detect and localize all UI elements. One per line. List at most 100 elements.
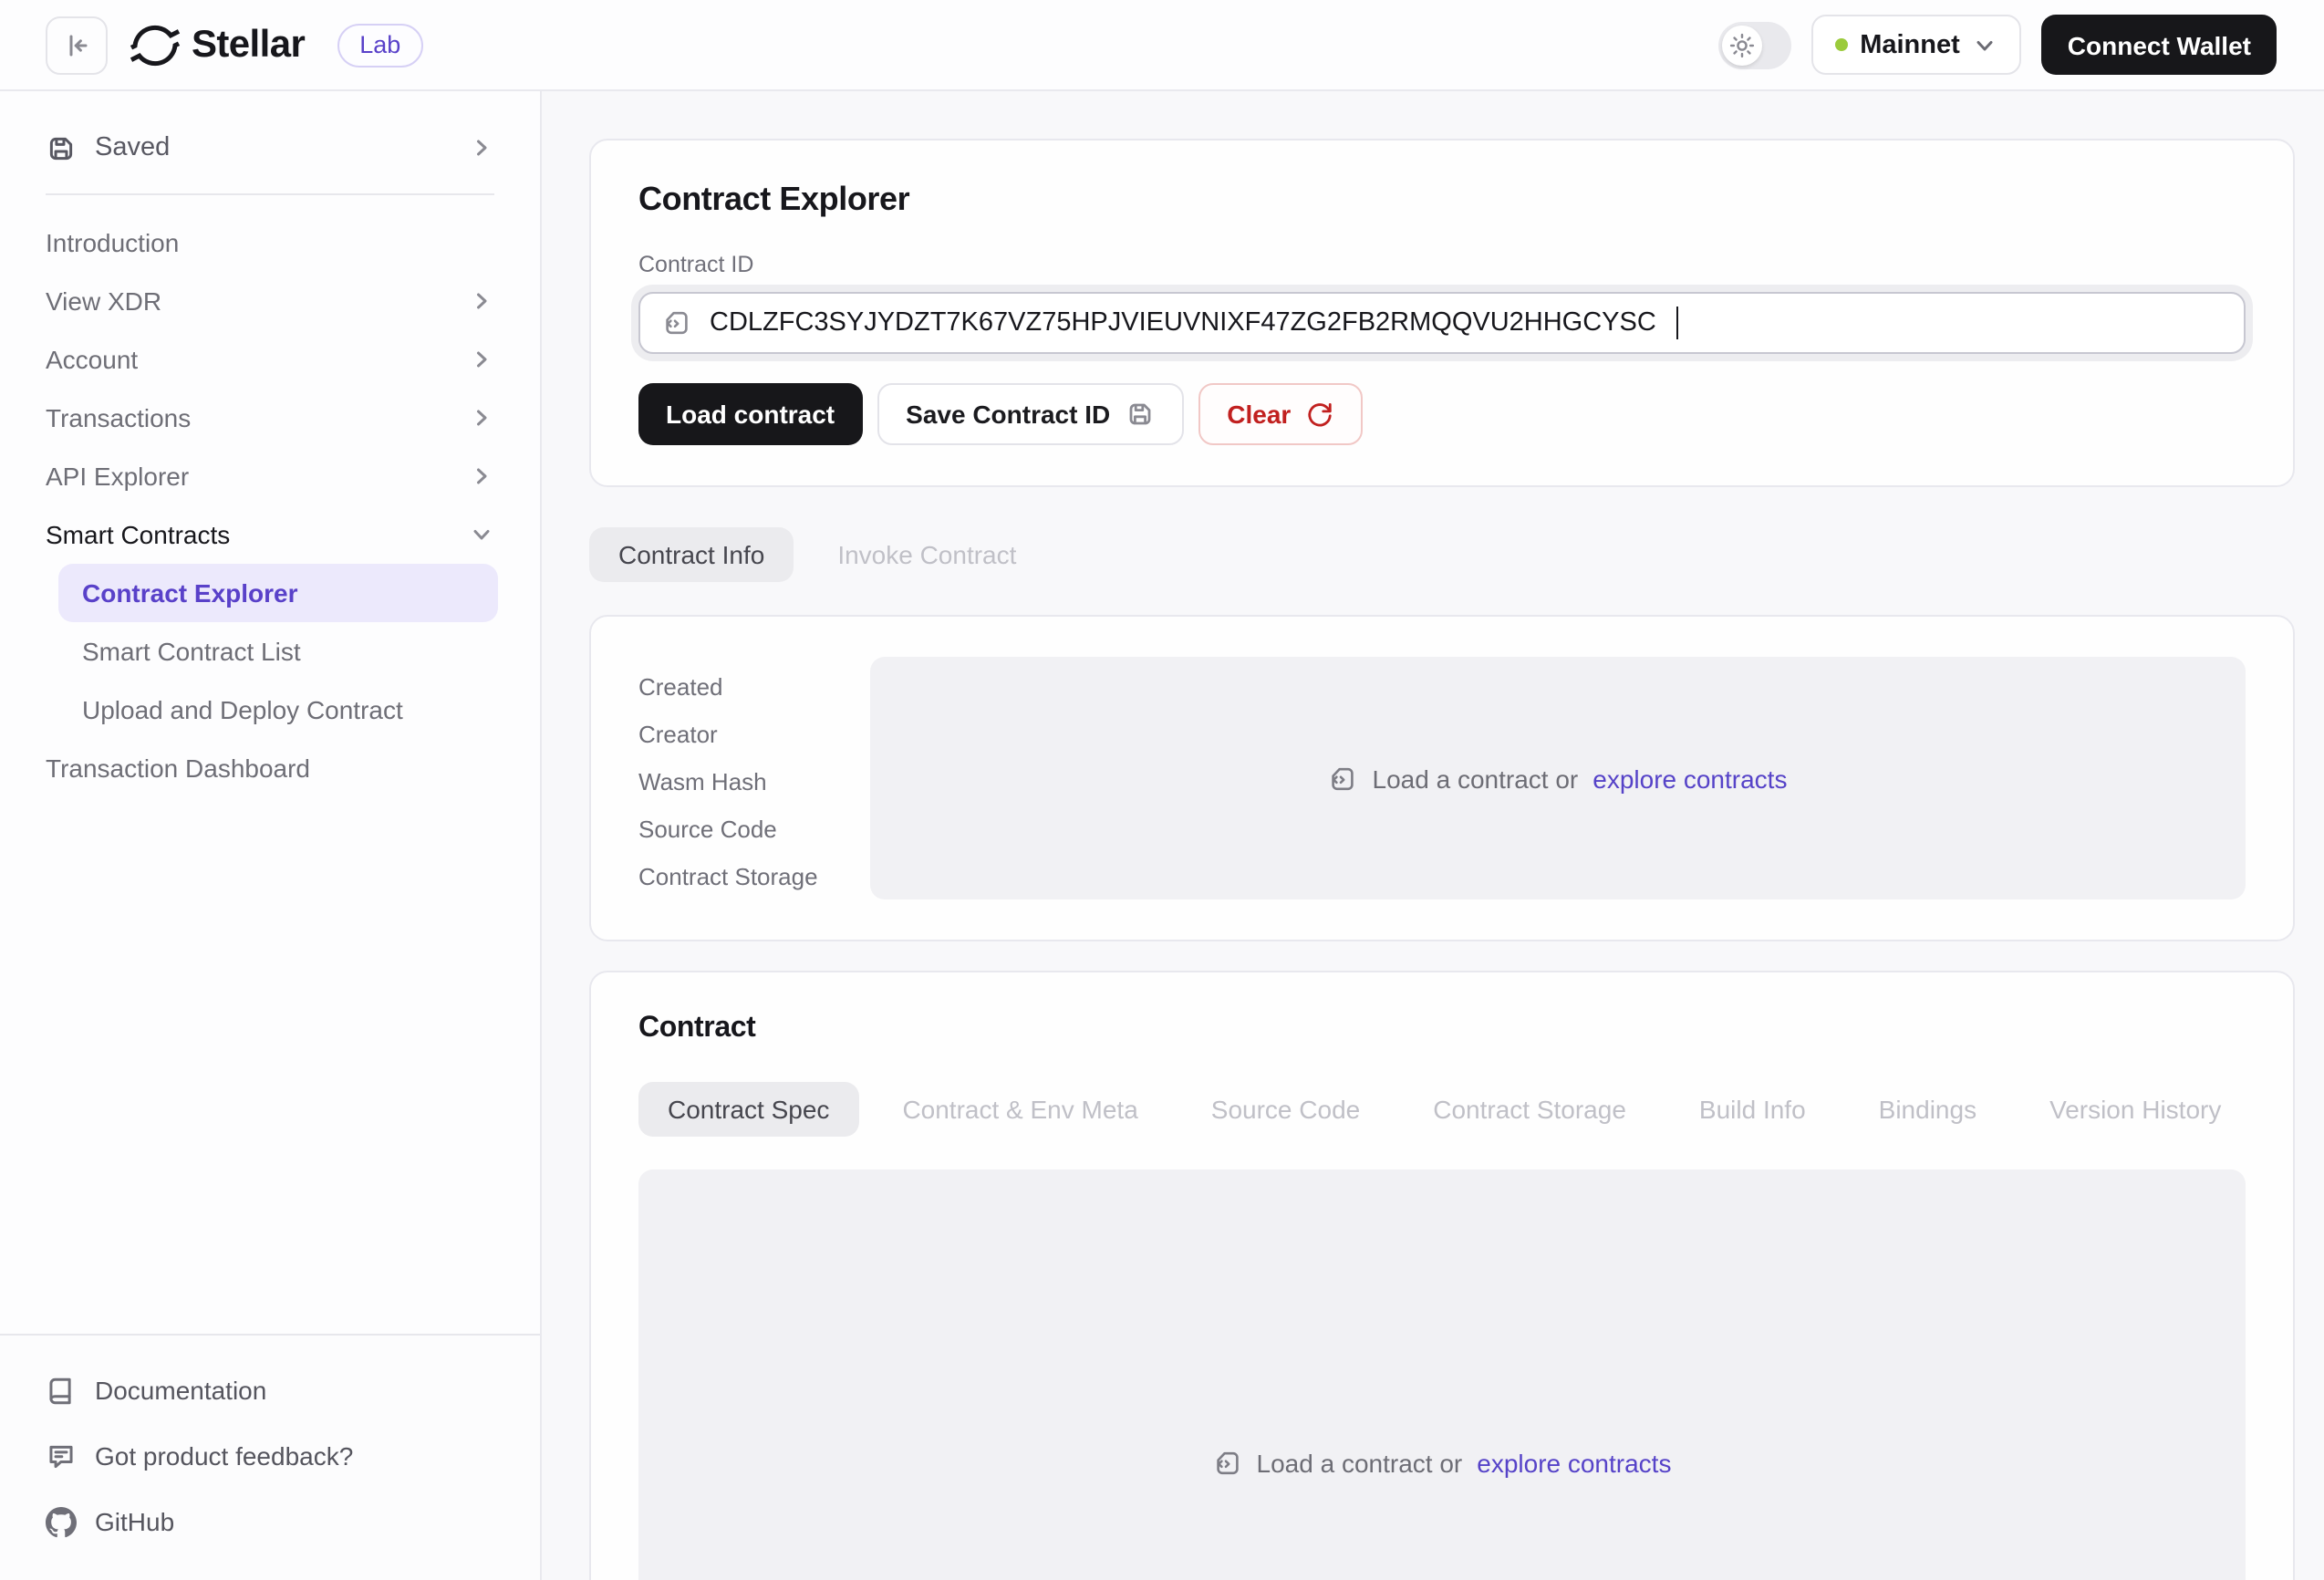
explorer-actions: Load contract Save Contract ID Clear <box>638 383 2246 445</box>
tab-contract-storage[interactable]: Contract Storage <box>1404 1082 1655 1137</box>
sidebar-item-label: Upload and Deploy Contract <box>82 695 403 724</box>
top-bar-right: Mainnet Connect Wallet <box>1717 15 2277 75</box>
save-icon <box>1125 400 1154 429</box>
field-label-creator: Creator <box>638 710 870 757</box>
page-title: Contract Explorer <box>638 181 2246 219</box>
load-contract-button[interactable]: Load contract <box>638 383 862 445</box>
empty-state-text: Load a contract or <box>1257 1449 1463 1478</box>
network-label: Mainnet <box>1860 30 1960 59</box>
sidebar-item-label: Account <box>46 345 138 374</box>
chevron-right-icon <box>469 405 494 431</box>
stellar-logo-icon <box>130 19 181 70</box>
sidebar: Saved Introduction View XDR Account <box>0 91 542 1580</box>
contract-id-input[interactable]: CDLZFC3SYJYDZT7K67VZ75HPJVIEUVNIXF47ZG2F… <box>638 292 2246 354</box>
sidebar-item-label: Transactions <box>46 403 191 432</box>
sidebar-item-label: Introduction <box>46 228 179 257</box>
network-status-dot <box>1834 38 1847 51</box>
sidebar-item-smart-contracts[interactable]: Smart Contracts <box>0 505 540 564</box>
contract-icon <box>1329 764 1358 793</box>
collapse-sidebar-button[interactable] <box>46 16 108 74</box>
contract-detail-tabs: Contract Spec Contract & Env Meta Source… <box>638 1082 2246 1137</box>
contract-icon <box>1213 1449 1242 1478</box>
contract-id-value: CDLZFC3SYJYDZT7K67VZ75HPJVIEUVNIXF47ZG2F… <box>710 308 1656 338</box>
chevron-right-icon <box>469 288 494 314</box>
empty-state-message: Load a contract or explore contracts <box>1213 1449 1672 1478</box>
sidebar-item-transactions[interactable]: Transactions <box>0 389 540 447</box>
sidebar-item-view-xdr[interactable]: View XDR <box>0 272 540 330</box>
contract-info-empty-panel: Load a contract or explore contracts <box>870 657 2246 899</box>
tab-contract-spec[interactable]: Contract Spec <box>638 1082 858 1137</box>
empty-state-message: Load a contract or explore contracts <box>1329 764 1788 793</box>
contract-icon <box>662 308 691 338</box>
contract-mode-tabs: Contract Info Invoke Contract <box>589 527 2295 582</box>
sidebar-item-label: Smart Contract List <box>82 637 301 666</box>
brand-text: Stellar <box>192 23 305 67</box>
load-contract-label: Load contract <box>666 400 835 429</box>
sidebar-item-feedback[interactable]: Got product feedback? <box>0 1423 540 1489</box>
field-label-wasm-hash: Wasm Hash <box>638 757 870 805</box>
tab-build-info[interactable]: Build Info <box>1670 1082 1835 1137</box>
sidebar-item-label: Smart Contracts <box>46 520 230 549</box>
sidebar-item-label: Got product feedback? <box>95 1441 353 1471</box>
stellar-logo[interactable]: Stellar <box>130 19 305 70</box>
chevron-right-icon <box>469 463 494 489</box>
contract-info-card: Created Creator Wasm Hash Source Code Co… <box>589 615 2295 941</box>
connect-wallet-button[interactable]: Connect Wallet <box>2042 15 2277 75</box>
sidebar-item-label: API Explorer <box>46 462 189 491</box>
sidebar-item-api-explorer[interactable]: API Explorer <box>0 447 540 505</box>
top-bar-left: Stellar Lab <box>46 16 422 74</box>
chevron-right-icon <box>469 347 494 372</box>
theme-knob <box>1721 25 1761 65</box>
sidebar-item-documentation[interactable]: Documentation <box>0 1357 540 1423</box>
network-selector[interactable]: Mainnet <box>1810 15 2022 75</box>
main-content: Contract Explorer Contract ID CDLZFC3SYJ… <box>542 91 2324 1580</box>
tab-version-history[interactable]: Version History <box>2020 1082 2250 1137</box>
sidebar-item-transaction-dashboard[interactable]: Transaction Dashboard <box>0 739 540 797</box>
sidebar-item-account[interactable]: Account <box>0 330 540 389</box>
top-bar: Stellar Lab Mainnet <box>0 0 2324 91</box>
sun-icon <box>1728 32 1754 57</box>
sidebar-item-smart-contract-list[interactable]: Smart Contract List <box>0 622 540 681</box>
sidebar-item-contract-explorer[interactable]: Contract Explorer <box>58 564 498 622</box>
contract-card: Contract Contract Spec Contract & Env Me… <box>589 971 2295 1580</box>
refresh-icon <box>1305 400 1333 428</box>
collapse-sidebar-icon <box>62 30 91 59</box>
explore-contracts-link[interactable]: explore contracts <box>1593 764 1787 793</box>
explore-contracts-link[interactable]: explore contracts <box>1477 1449 1671 1478</box>
clear-label: Clear <box>1227 400 1291 429</box>
sidebar-item-label: Transaction Dashboard <box>46 754 310 783</box>
stellar-lab-app: Stellar Lab Mainnet <box>0 0 2324 1580</box>
theme-toggle[interactable] <box>1717 21 1790 68</box>
chevron-down-icon <box>469 522 494 547</box>
field-label-contract-storage: Contract Storage <box>638 852 870 899</box>
content-shell: Saved Introduction View XDR Account <box>0 91 2324 1580</box>
sidebar-footer: Documentation Got product feedback? <box>0 1334 540 1580</box>
text-caret <box>1676 307 1679 339</box>
sidebar-item-saved[interactable]: Saved <box>0 117 540 179</box>
clear-button[interactable]: Clear <box>1198 383 1362 445</box>
feedback-icon <box>46 1440 77 1471</box>
book-icon <box>46 1375 77 1406</box>
sidebar-item-label: View XDR <box>46 286 161 316</box>
sidebar-item-github[interactable]: GitHub <box>0 1489 540 1554</box>
tab-invoke-contract[interactable]: Invoke Contract <box>808 527 1045 582</box>
tab-contract-info[interactable]: Contract Info <box>589 527 794 582</box>
contract-empty-panel: Load a contract or explore contracts <box>638 1169 2246 1580</box>
sidebar-divider <box>46 193 494 195</box>
sidebar-item-introduction[interactable]: Introduction <box>0 213 540 272</box>
field-label-source-code: Source Code <box>638 805 870 852</box>
sidebar-item-upload-deploy-contract[interactable]: Upload and Deploy Contract <box>0 681 540 739</box>
field-label-created: Created <box>638 662 870 710</box>
sidebar-item-label: GitHub <box>95 1507 174 1536</box>
contract-section-title: Contract <box>638 1013 2246 1045</box>
tab-contract-env-meta[interactable]: Contract & Env Meta <box>873 1082 1167 1137</box>
contract-id-label: Contract ID <box>638 252 2246 277</box>
contract-explorer-card: Contract Explorer Contract ID CDLZFC3SYJ… <box>589 139 2295 487</box>
tab-source-code[interactable]: Source Code <box>1182 1082 1389 1137</box>
sidebar-item-label: Documentation <box>95 1376 266 1405</box>
sidebar-item-label: Contract Explorer <box>82 578 298 608</box>
chevron-right-icon <box>469 135 494 161</box>
save-contract-id-button[interactable]: Save Contract ID <box>877 383 1183 445</box>
save-contract-id-label: Save Contract ID <box>906 400 1110 429</box>
tab-bindings[interactable]: Bindings <box>1850 1082 2006 1137</box>
